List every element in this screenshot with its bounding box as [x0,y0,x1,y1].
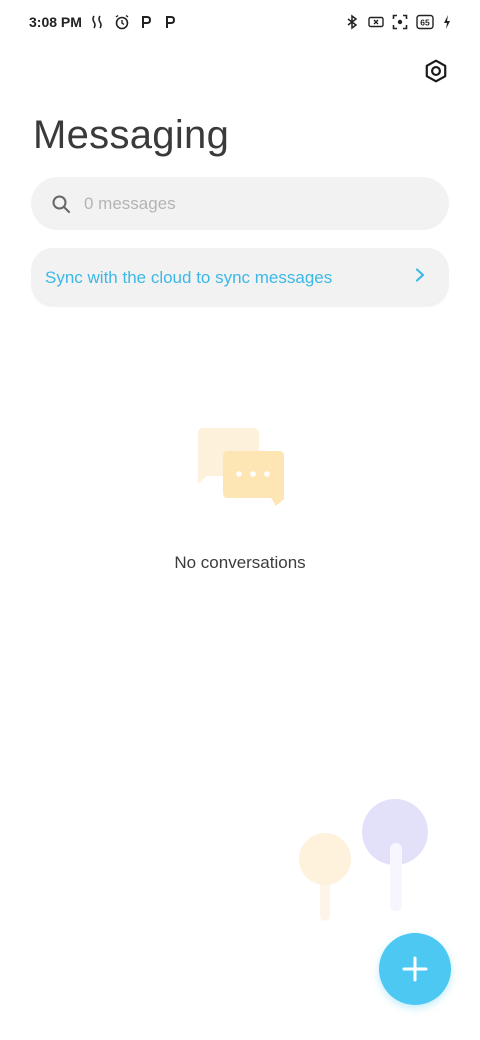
battery-icon: 65 [416,14,434,30]
search-bar[interactable] [31,177,449,230]
plus-icon [402,956,428,982]
chat-bubbles-icon [198,428,284,506]
sync-banner[interactable]: Sync with the cloud to sync messages [31,248,449,307]
alarm-icon [114,14,130,30]
status-left: 3:08 PM [29,14,178,30]
status-bar: 3:08 PM 65 [0,0,480,44]
vibration-icon [90,14,106,30]
empty-state-text: No conversations [174,553,306,572]
bluetooth-icon [344,14,360,30]
chevron-right-icon [413,268,427,287]
sync-banner-text: Sync with the cloud to sync messages [45,267,333,287]
search-icon [52,195,70,213]
status-right: 65 [344,14,452,30]
page-title: Messaging [33,113,230,157]
parking-icon [138,14,154,30]
decorative-trees-illustration [299,799,428,921]
parking-icon [162,14,178,30]
charging-icon [442,14,452,30]
new-conversation-button[interactable] [379,933,451,1005]
status-time: 3:08 PM [29,14,82,30]
settings-button[interactable] [420,55,452,87]
search-input[interactable] [82,192,406,215]
screen-record-icon [392,14,408,30]
battery-level: 65 [420,18,430,28]
no-sim-icon [368,14,384,30]
settings-hexagon-icon [425,59,447,83]
